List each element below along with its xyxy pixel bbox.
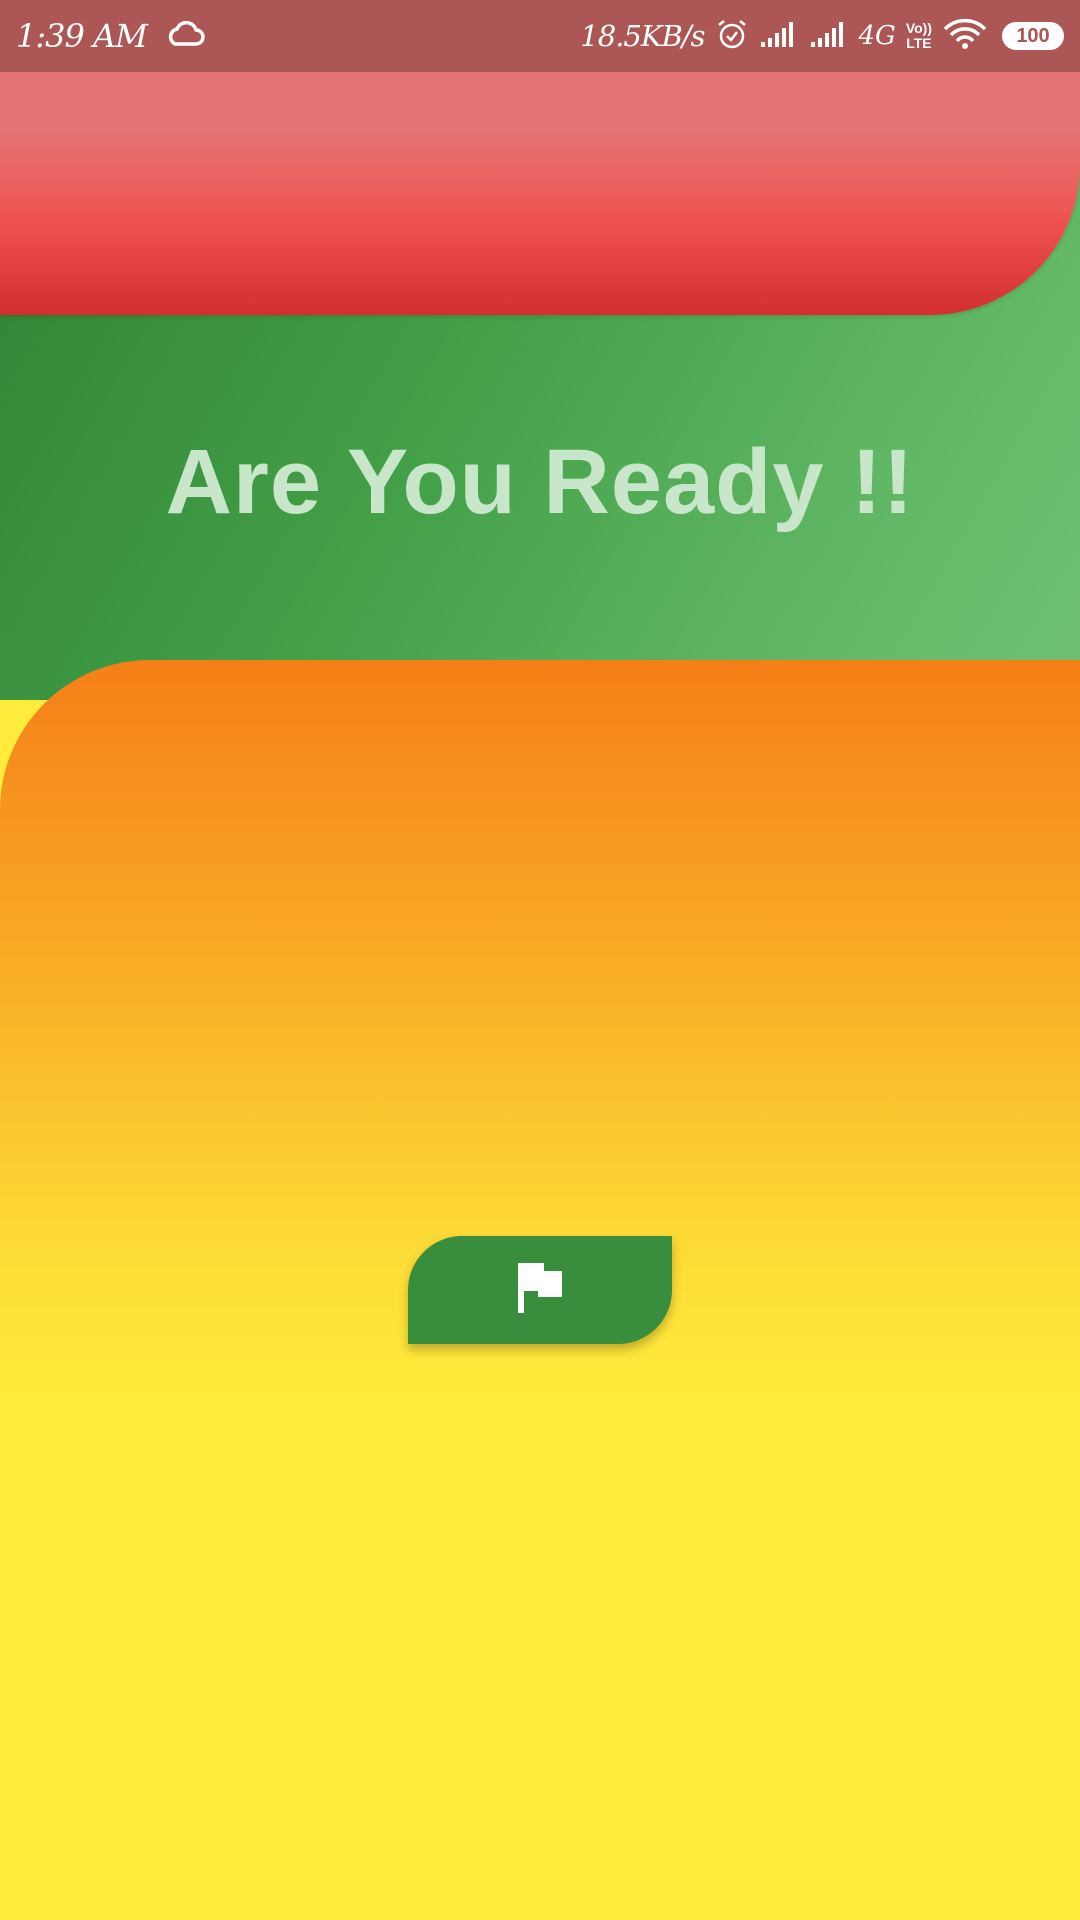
start-button[interactable] (408, 1236, 672, 1344)
battery-level: 100 (1016, 24, 1050, 47)
signal-icon (759, 20, 799, 53)
net-speed: 18.5KB/s (580, 19, 705, 53)
status-right: 18.5KB/s 4G Vo)) LTE 100 (580, 17, 1064, 56)
page-title: Are You Ready !! (165, 431, 915, 533)
screen: 1:39 AM 18.5KB/s 4G Vo)) LTE 100 Are You… (0, 0, 1080, 1920)
volte-indicator: Vo)) LTE (906, 21, 932, 51)
alarm-icon (715, 17, 749, 56)
network-type: 4G (858, 21, 896, 51)
volte-top: Vo)) (905, 20, 932, 36)
volte-bottom: LTE (906, 35, 932, 51)
cloud-icon (165, 20, 205, 53)
status-left: 1:39 AM (16, 17, 205, 55)
battery-icon: 100 (1002, 22, 1064, 50)
status-time: 1:39 AM (16, 17, 148, 55)
flag-icon (516, 1261, 564, 1320)
wifi-icon (942, 18, 988, 55)
signal-icon (809, 20, 849, 53)
status-bar: 1:39 AM 18.5KB/s 4G Vo)) LTE 100 (0, 0, 1080, 72)
